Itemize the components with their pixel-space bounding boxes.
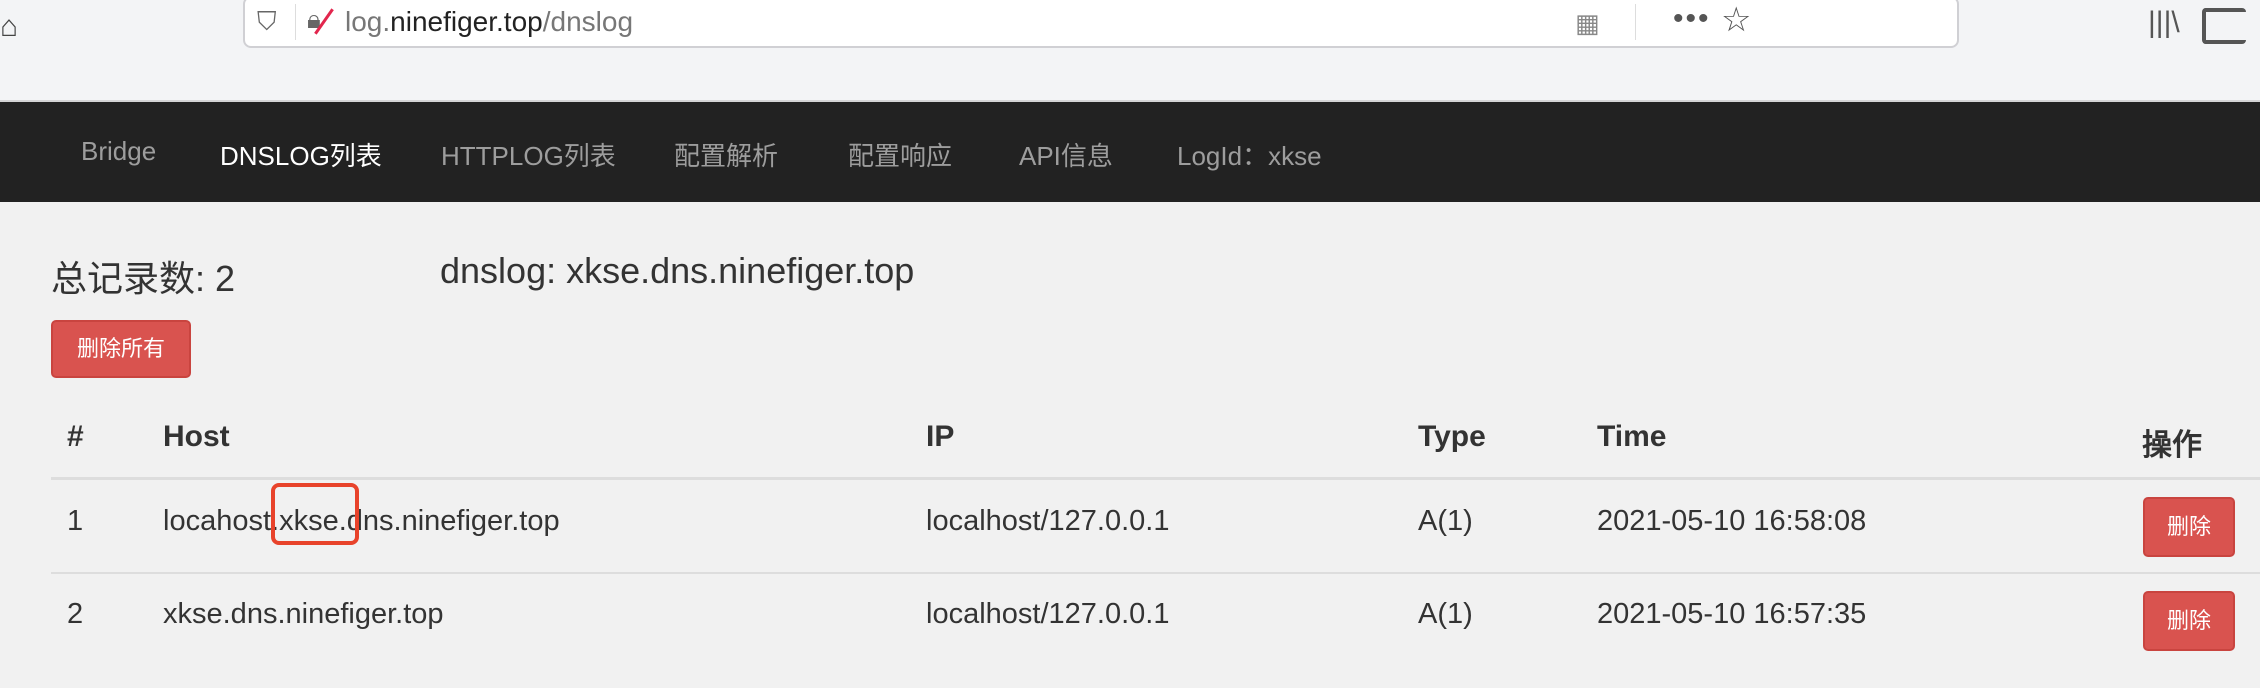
shield-icon[interactable]: ⛉ [257,6,277,38]
cell-type: A(1) [1418,505,1473,537]
delete-all-button[interactable]: 删除所有 [51,320,191,378]
more-icon[interactable]: ••• [1673,2,1711,36]
row-divider [51,572,2260,574]
browser-toolbar: ⌂ ⛉ 🔒︎ log.ninefiger.top/dnslog ▦ ••• ☆ … [0,0,2260,103]
cell-time: 2021-05-10 16:58:08 [1597,505,1867,537]
bookmark-star-icon[interactable]: ☆ [1721,0,1751,40]
header-action: 操作 [2142,429,2202,462]
highlight-annotation-box [271,483,359,545]
url-prefix: log. [345,6,391,37]
nav-logid[interactable]: LogId：xkse [1177,136,1322,173]
nav-bridge[interactable]: Bridge [81,136,156,167]
navbar: Bridge DNSLOG列表 HTTPLOG列表 配置解析 配置响应 API信… [0,102,2260,202]
delete-row-button[interactable]: 删除 [2143,497,2235,557]
nav-httplog-list[interactable]: HTTPLOG列表 [441,136,616,173]
dnslog-domain: dnslog: xkse.dns.ninefiger.top [440,250,915,291]
url-text[interactable]: log.ninefiger.top/dnslog [345,6,633,38]
url-domain: ninefiger.top [390,6,543,37]
cell-time: 2021-05-10 16:57:35 [1597,598,1867,630]
header-type: Type [1418,420,1486,453]
cell-host: xkse.dns.ninefiger.top [163,598,444,630]
home-icon[interactable]: ⌂ [0,10,18,44]
delete-row-button[interactable]: 删除 [2143,591,2235,651]
qr-code-icon[interactable]: ▦ [1575,8,1600,39]
header-num: # [67,420,84,453]
nav-config-resolve[interactable]: 配置解析 [674,136,778,173]
nav-config-response[interactable]: 配置响应 [848,136,952,173]
divider [1635,4,1636,40]
url-path: /dnslog [542,6,634,37]
cell-type: A(1) [1418,598,1473,630]
nav-dnslog-list[interactable]: DNSLOG列表 [220,136,382,173]
cell-num: 1 [67,505,84,537]
header-time: Time [1597,420,1667,453]
cell-num: 2 [67,598,84,630]
library-icon[interactable]: |||\ [2148,6,2180,40]
cell-ip: localhost/127.0.0.1 [926,505,1170,537]
cell-ip: localhost/127.0.0.1 [926,598,1170,630]
total-records: 总记录数: 2 [51,258,236,299]
cell-host: locahost.xkse.dns.ninefiger.top [163,505,560,537]
nav-api-info[interactable]: API信息 [1019,136,1113,173]
sidebar-icon[interactable] [2202,8,2246,44]
header-divider [51,477,2260,480]
header-host: Host [163,420,230,453]
divider [295,4,296,40]
address-bar[interactable]: ⛉ 🔒︎ log.ninefiger.top/dnslog ▦ ••• ☆ [243,0,1959,48]
header-ip: IP [926,420,955,453]
insecure-lock-icon[interactable]: 🔒︎ [307,4,321,36]
